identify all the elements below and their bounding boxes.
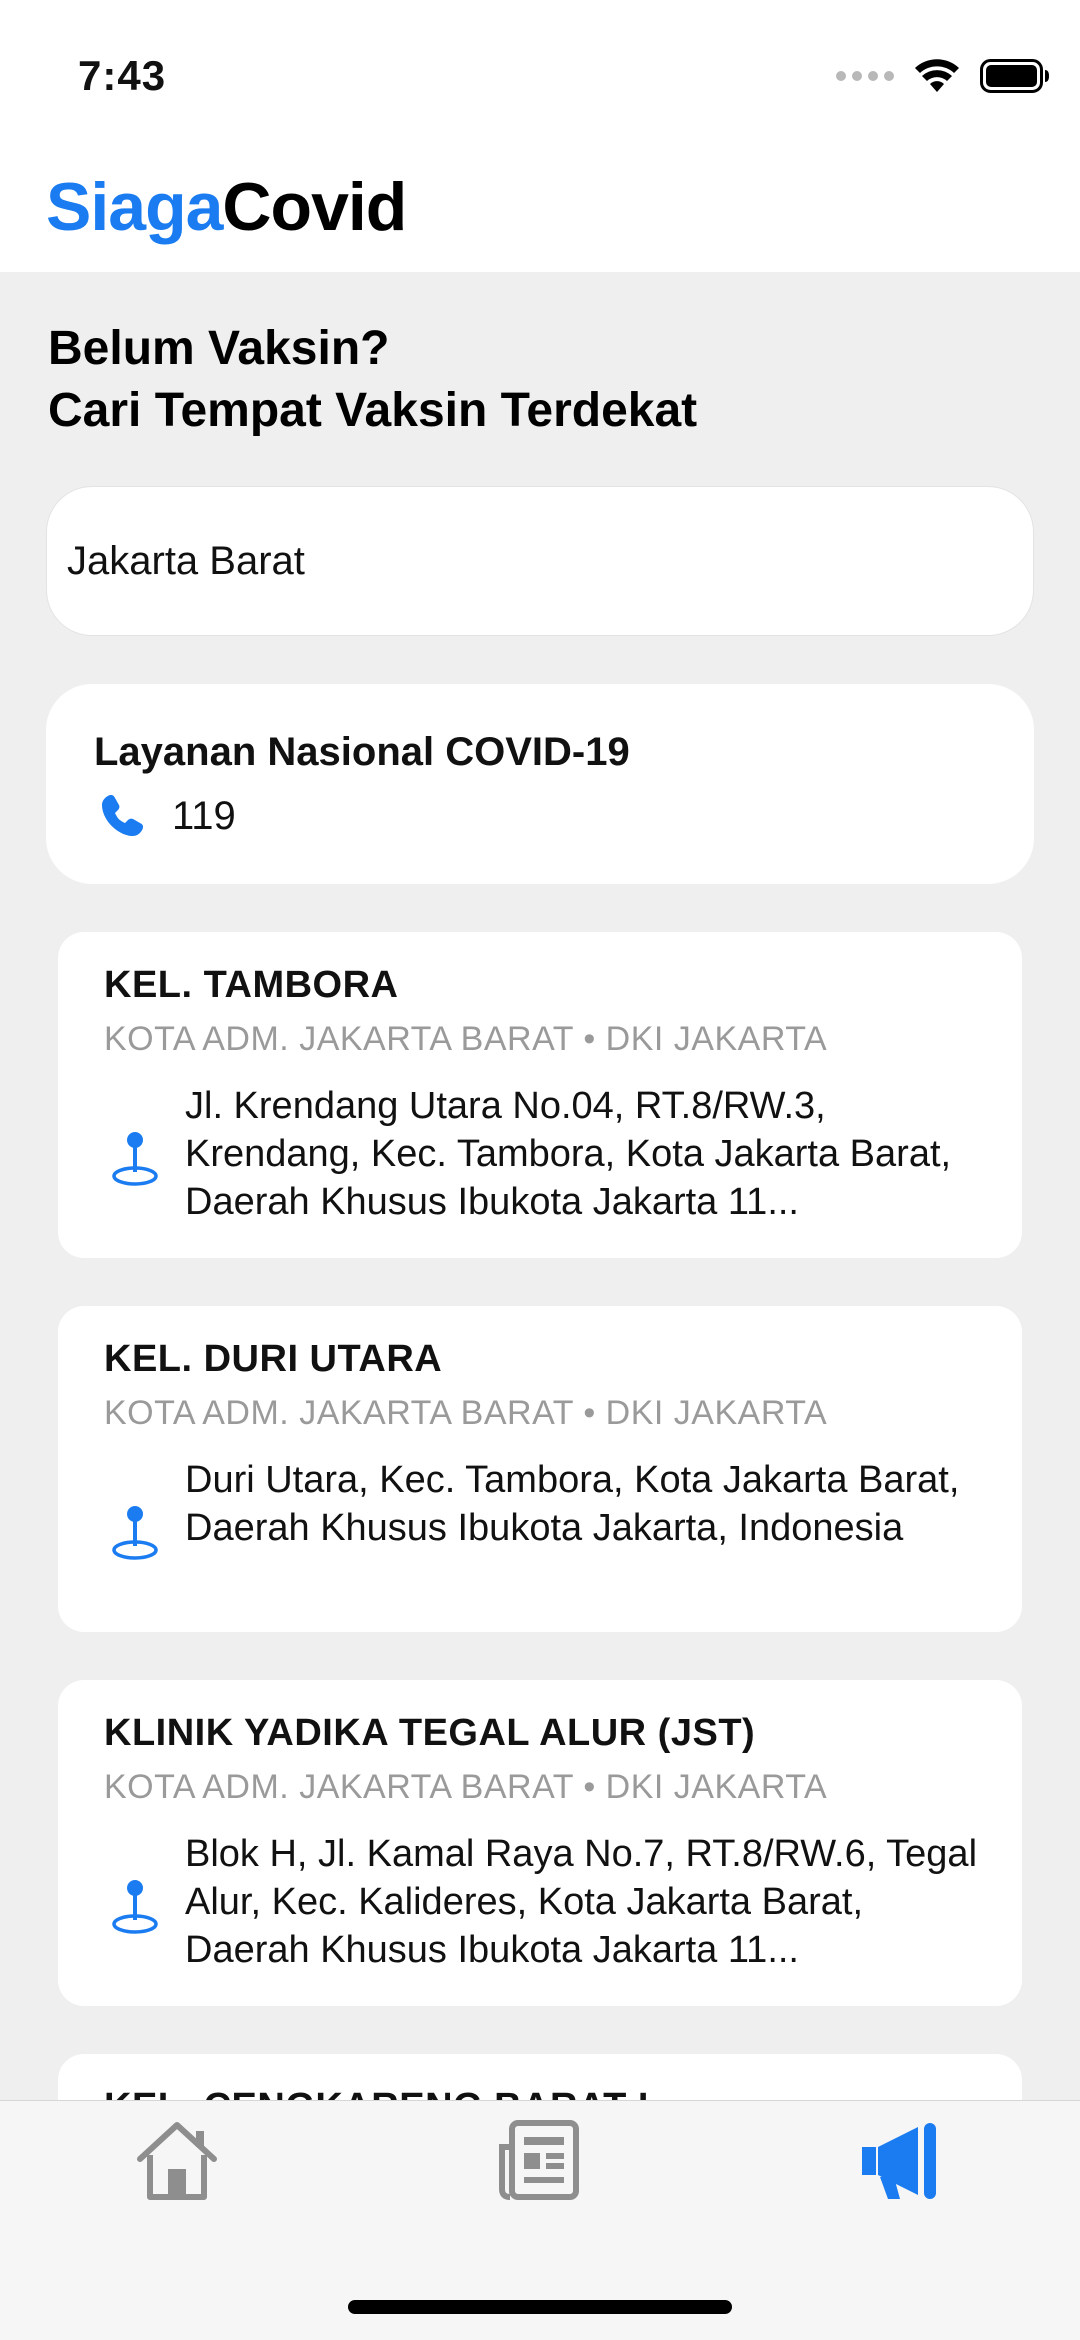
vaccine-location-list: KEL. TAMBORA KOTA ADM. JAKARTA BARAT • D… (58, 932, 1022, 2222)
hotline-call-row[interactable]: 119 (98, 792, 236, 840)
wifi-icon (915, 59, 959, 92)
location-name: KLINIK YADIKA TEGAL ALUR (JST) (104, 1712, 756, 1754)
location-search-input[interactable]: Jakarta Barat (46, 486, 1034, 636)
location-region: KOTA ADM. JAKARTA BARAT • DKI JAKARTA (104, 1020, 828, 1058)
location-address: Blok H, Jl. Kamal Raya No.7, RT.8/RW.6, … (185, 1833, 978, 1971)
location-card[interactable]: KLINIK YADIKA TEGAL ALUR (JST) KOTA ADM.… (58, 1680, 1022, 2006)
app-title: SiagaCovid (46, 168, 407, 246)
app-title-accent: Siaga (46, 169, 223, 245)
location-address: Duri Utara, Kec. Tambora, Kota Jakarta B… (185, 1459, 960, 1549)
hotline-title: Layanan Nasional COVID-19 (94, 730, 630, 774)
location-card[interactable]: KEL. DURI UTARA KOTA ADM. JAKARTA BARAT … (58, 1306, 1022, 1632)
location-region: KOTA ADM. JAKARTA BARAT • DKI JAKARTA (104, 1394, 828, 1432)
cellular-signal-icon (836, 71, 894, 81)
status-bar: 7:43 (0, 0, 1080, 140)
hotline-number: 119 (172, 793, 236, 838)
phone-icon (102, 795, 143, 836)
location-address: Jl. Krendang Utara No.04, RT.8/RW.3, Kre… (185, 1085, 952, 1223)
section-heading-line1: Belum Vaksin? (48, 322, 390, 375)
megaphone-icon[interactable] (856, 2117, 946, 2203)
location-name: KEL. TAMBORA (104, 964, 399, 1006)
hotline-card[interactable]: Layanan Nasional COVID-19 119 (46, 684, 1034, 884)
location-region: KOTA ADM. JAKARTA BARAT • DKI JAKARTA (104, 1768, 828, 1806)
map-pin-icon (112, 1880, 158, 1934)
section-heading-line2: Cari Tempat Vaksin Terdekat (48, 384, 698, 437)
status-icons (836, 56, 1050, 96)
app-title-rest: Covid (222, 169, 407, 245)
newspaper-icon[interactable] (494, 2117, 584, 2203)
section-heading: Belum Vaksin? Cari Tempat Vaksin Terdeka… (48, 318, 1028, 442)
map-pin-icon (112, 1132, 158, 1186)
home-icon[interactable] (132, 2117, 222, 2203)
location-name: KEL. DURI UTARA (104, 1338, 443, 1380)
map-pin-icon (112, 1506, 158, 1560)
home-indicator (348, 2300, 732, 2314)
battery-icon (980, 59, 1049, 93)
location-card[interactable]: KEL. TAMBORA KOTA ADM. JAKARTA BARAT • D… (58, 932, 1022, 1258)
location-search-value: Jakarta Barat (67, 538, 305, 583)
status-time: 7:43 (78, 52, 167, 99)
app-header: SiagaCovid (0, 140, 1080, 272)
